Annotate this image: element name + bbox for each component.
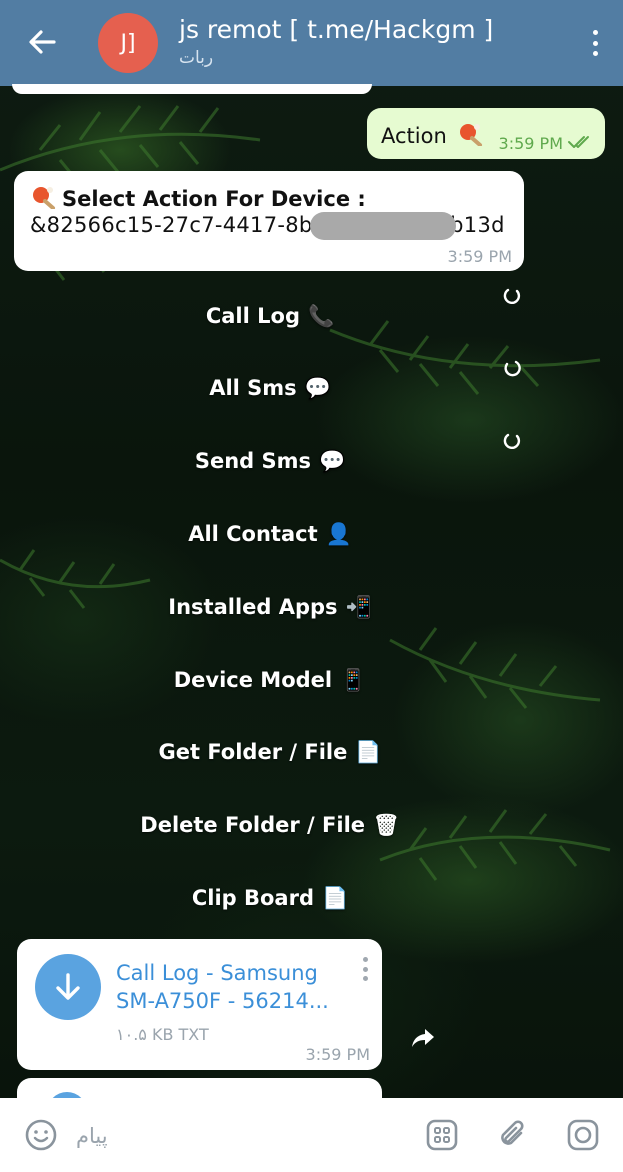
share-forward-icon[interactable] — [410, 1026, 436, 1050]
loading-spinner-icon — [504, 360, 521, 377]
speech-bubble-icon: 💬 — [304, 375, 331, 400]
camera-button[interactable] — [564, 1116, 602, 1154]
action-label: Call Log — [205, 304, 300, 328]
smiley-icon — [25, 1119, 57, 1151]
action-send-sms-button[interactable]: Send Sms 💬 — [120, 443, 420, 479]
document-icon: 📄 — [355, 739, 382, 764]
dot-icon — [363, 966, 368, 972]
action-installed-apps-button[interactable]: Installed Apps 📲 — [120, 589, 420, 625]
emoji-button[interactable] — [22, 1116, 60, 1154]
outgoing-message[interactable]: Action 3:59 PM — [367, 108, 605, 159]
keyboard-grid-icon — [426, 1119, 458, 1151]
dot-icon — [363, 976, 368, 981]
bot-keyboard-button[interactable] — [423, 1116, 461, 1154]
action-get-folder-file-button[interactable]: Get Folder / File 📄 — [120, 734, 420, 770]
file-size: ۱۰.۵ KB TXT — [116, 1025, 209, 1044]
telephone-icon: 📞 — [307, 303, 335, 328]
back-arrow-icon — [29, 30, 56, 54]
chat-subtitle: ربات — [179, 48, 214, 68]
action-label: Clip Board — [191, 886, 314, 910]
chat-title[interactable]: js remot [ t.me/Hackgm ] — [179, 15, 493, 44]
action-label: Send Sms — [194, 449, 311, 473]
action-all-sms-button[interactable]: All Sms 💬 — [120, 370, 420, 406]
back-button[interactable] — [22, 22, 62, 62]
loading-spinner-icon — [503, 288, 521, 304]
loading-spinner-icon — [503, 433, 521, 449]
incoming-message-time: 3:59 PM — [447, 247, 512, 266]
phone-arrow-icon: 📲 — [345, 594, 372, 619]
action-delete-folder-file-button[interactable]: Delete Folder / File 🗑 — [120, 807, 420, 843]
download-arrow-icon — [56, 973, 80, 1000]
redaction-bar — [310, 212, 456, 240]
action-all-contact-button[interactable]: All Contact 👤 — [120, 516, 420, 552]
file-name-line1: Call Log - Samsung — [116, 961, 318, 985]
more-options-button[interactable] — [587, 26, 603, 60]
action-label: Delete Folder / File — [140, 813, 366, 837]
file-message[interactable]: Call Log - Samsung SM-A750F - 56214... ۱… — [17, 939, 382, 1070]
dot-icon — [592, 40, 598, 46]
action-label: All Contact — [188, 522, 318, 546]
action-device-model-button[interactable]: Device Model 📱 — [120, 662, 420, 698]
file-options-button[interactable] — [363, 957, 369, 981]
ping-pong-icon — [460, 124, 483, 147]
action-label: Get Folder / File — [158, 740, 348, 764]
dot-icon — [592, 51, 598, 56]
avatar[interactable]: J] — [98, 13, 158, 73]
person-icon: 👤 — [325, 521, 352, 546]
outgoing-message-text: Action — [381, 122, 483, 148]
chat-header: J] js remot [ t.me/Hackgm ] ربات — [0, 0, 623, 86]
mobile-phone-icon: 📱 — [340, 667, 367, 692]
device-id-start: &82566c15-27c7-4417-8b — [30, 213, 313, 237]
previous-message-edge — [12, 84, 372, 94]
attach-button[interactable] — [494, 1116, 532, 1154]
action-label: Installed Apps — [168, 595, 338, 619]
message-input-bar: پیام — [0, 1098, 623, 1172]
dot-icon — [592, 30, 598, 35]
action-call-log-button[interactable]: Call Log 📞 — [120, 298, 420, 334]
action-label: All Sms — [209, 376, 297, 400]
trash-can-icon: 🗑 — [373, 812, 400, 837]
paperclip-icon — [501, 1120, 524, 1145]
speech-bubble-icon: 💬 — [319, 448, 346, 473]
file-name-line2: SM-A750F - 56214... — [116, 989, 329, 1013]
download-button[interactable] — [35, 954, 101, 1020]
dot-icon — [363, 957, 368, 962]
camera-icon — [567, 1119, 599, 1151]
message-input[interactable]: پیام — [76, 1124, 108, 1148]
incoming-message[interactable]: Select Action For Device : &82566c15-27c… — [14, 171, 524, 271]
incoming-title-text: Select Action For Device : — [62, 187, 366, 211]
read-double-check-icon — [568, 136, 589, 148]
document-icon: 📄 — [322, 885, 349, 910]
action-clip-board-button[interactable]: Clip Board 📄 — [120, 880, 420, 916]
action-label: Device Model — [173, 668, 333, 692]
outgoing-text-label: Action — [381, 124, 447, 148]
file-message-time: 3:59 PM — [305, 1045, 370, 1064]
outgoing-message-time: 3:59 PM — [498, 134, 563, 153]
incoming-message-title: Select Action For Device : — [30, 185, 366, 211]
ping-pong-icon — [33, 187, 55, 210]
